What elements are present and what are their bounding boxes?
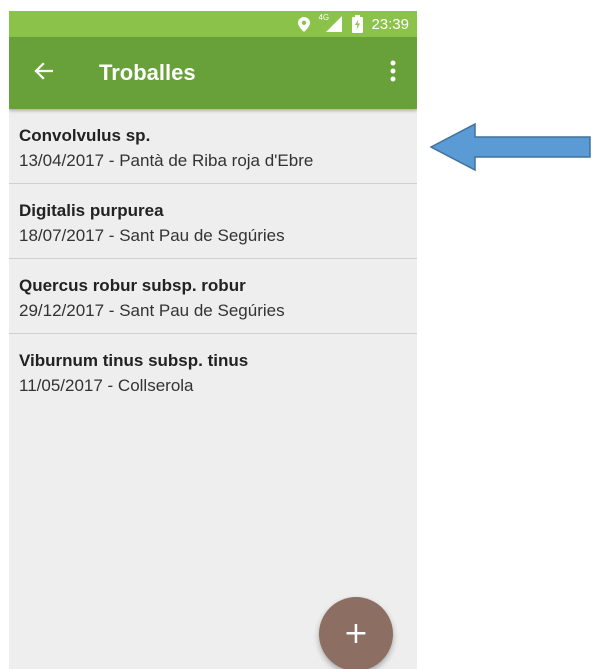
back-button[interactable] — [25, 55, 61, 91]
list-item[interactable]: Viburnum tinus subsp. tinus 11/05/2017 -… — [9, 334, 417, 409]
app-toolbar: Troballes — [9, 37, 417, 109]
list-item[interactable]: Convolvulus sp. 13/04/2017 - Pantà de Ri… — [9, 109, 417, 184]
status-icons: 4G 23:39 — [298, 11, 409, 37]
add-finding-button[interactable]: + — [319, 597, 393, 669]
arrow-back-icon — [33, 61, 54, 86]
status-bar: 4G 23:39 — [9, 11, 417, 37]
finding-date-place: 18/07/2017 - Sant Pau de Segúries — [19, 226, 285, 245]
arrow-left-icon — [429, 122, 592, 177]
phone-screen: 4G 23:39 Troballes Convolvulus sp. 13/04… — [9, 11, 417, 669]
finding-date-place: 29/12/2017 - Sant Pau de Segúries — [19, 301, 285, 320]
add-icon: + — [343, 616, 369, 651]
battery-icon — [352, 15, 364, 33]
page: 4G 23:39 Troballes Convolvulus sp. 13/04… — [0, 0, 592, 669]
page-title: Troballes — [99, 60, 196, 85]
finding-name: Digitalis purpurea — [19, 201, 164, 220]
findings-list: Convolvulus sp. 13/04/2017 - Pantà de Ri… — [9, 109, 417, 409]
location-icon — [298, 16, 311, 32]
finding-name: Quercus robur subsp. robur — [19, 276, 246, 295]
finding-name: Convolvulus sp. — [19, 126, 151, 145]
overflow-menu-button[interactable] — [381, 57, 405, 89]
status-time: 23:39 — [371, 15, 409, 33]
finding-date-place: 13/04/2017 - Pantà de Riba roja d'Ebre — [19, 151, 314, 170]
signal-icon: 4G — [318, 13, 344, 33]
finding-name: Viburnum tinus subsp. tinus — [19, 351, 249, 370]
network-type-label: 4G — [318, 13, 330, 22]
list-item[interactable]: Digitalis purpurea 18/07/2017 - Sant Pau… — [9, 184, 417, 259]
list-item[interactable]: Quercus robur subsp. robur 29/12/2017 - … — [9, 259, 417, 334]
more-vert-icon — [390, 60, 396, 87]
finding-date-place: 11/05/2017 - Collserola — [19, 376, 194, 395]
